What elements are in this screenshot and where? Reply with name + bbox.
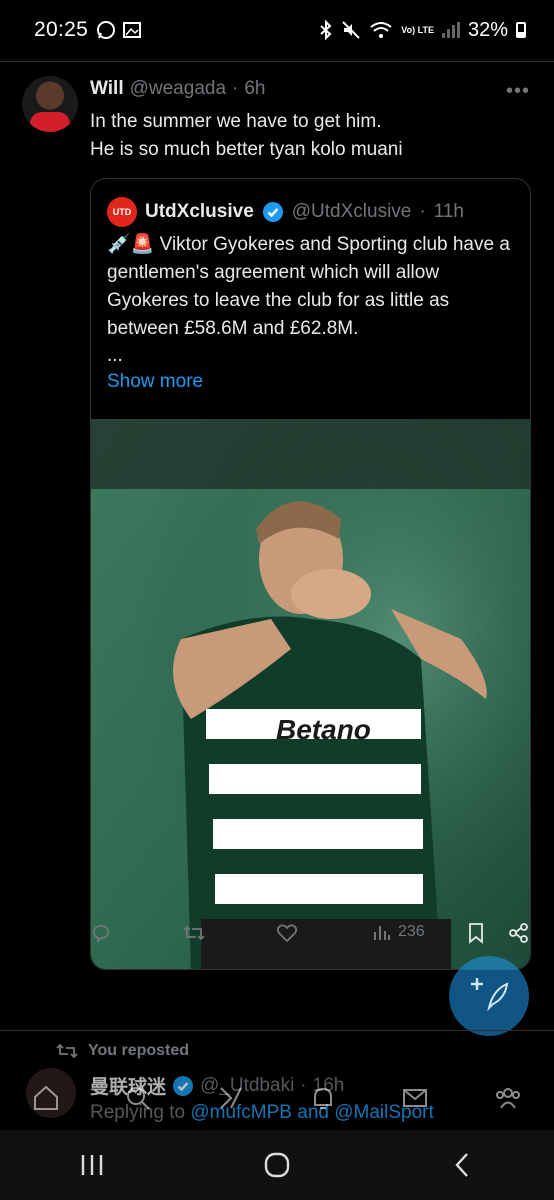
bluetooth-icon [320,20,332,40]
status-time: 20:25 [34,18,89,41]
gallery-notification-icon [123,22,142,38]
avatar[interactable] [22,76,78,132]
ellipsis: ... [107,345,123,366]
quoted-tweet-time: 11h [433,201,464,222]
retweet-icon [183,925,205,941]
search-icon [127,1087,151,1110]
share-icon [509,923,528,943]
nav-messages[interactable] [395,1078,435,1118]
whatsapp-icon [97,21,116,39]
reposted-label: You reposted [88,1042,190,1059]
quoted-avatar: UTD [107,197,137,227]
quoted-tweet[interactable]: UTD UtdXclusive @UtdXclusive · 11h 💉🚨 Vi… [90,178,531,970]
show-more-link[interactable]: Show more [107,371,203,393]
mail-icon [403,1089,428,1107]
bottom-nav [0,1066,554,1130]
author-name[interactable]: Will [90,78,124,100]
quoted-tweet-body: Viktor Gyokeres and Sporting club have a… [107,234,510,339]
mute-icon [342,21,361,39]
emoji: 💉🚨 [107,234,155,255]
battery-percent: 32% [467,18,508,41]
quoted-tweet-header: UTD UtdXclusive @UtdXclusive · 11h [107,197,464,227]
system-navigation-bar [0,1130,554,1200]
nav-communities[interactable] [488,1078,528,1118]
jersey-sponsor-text: Betano [276,714,371,745]
wifi-icon [370,22,392,38]
bookmark-icon [469,923,483,944]
views-count: 236 [398,923,425,940]
home-circle-icon [264,1152,290,1178]
verified-badge-icon [262,202,283,222]
grok-icon [220,1087,242,1109]
retweet-button[interactable] [182,922,206,944]
author-handle[interactable]: @weagada [130,78,226,100]
nav-grok[interactable] [211,1078,251,1118]
more-options-icon[interactable]: ••• [506,80,530,103]
home-button[interactable] [247,1145,307,1185]
tweet-header: Will @weagada · 6h [90,78,266,100]
bookmark-button[interactable] [466,922,486,944]
nav-notifications[interactable] [303,1078,343,1118]
feather-plus-icon [471,978,509,1012]
views-button[interactable]: 236 [372,922,425,942]
compose-fab-button[interactable] [449,956,529,1036]
retweet-icon [56,1043,78,1059]
nav-home[interactable] [26,1078,66,1118]
status-bar: 20:25 Vo) LTE 32% [0,0,554,60]
player-photo[interactable]: Betano [91,419,531,970]
bell-icon [314,1087,333,1109]
tweet-text: In the summer we have to get him. He is … [90,108,530,164]
reply-button[interactable] [90,922,112,944]
communities-icon [495,1088,520,1109]
quoted-author-name: UtdXclusive [145,201,254,222]
tweet-time[interactable]: 6h [244,78,265,100]
quoted-tweet-text: 💉🚨 Viktor Gyokeres and Sporting club hav… [107,231,517,343]
share-button[interactable] [508,922,530,944]
back-button[interactable] [432,1145,492,1185]
quoted-author-handle: @UtdXclusive [291,201,412,222]
tweet-actions: 236 [90,922,530,952]
divider [0,61,554,62]
reply-icon [93,925,109,944]
recents-icon [82,1155,103,1175]
separator: · [232,78,239,99]
reposted-indicator: You reposted [56,1042,189,1060]
tweet-text-line: He is so much better tyan kolo muani [90,139,403,160]
back-chevron-icon [455,1153,468,1177]
lte-indicator: Vo) LTE [401,24,434,35]
views-icon [374,926,390,940]
tweet-text-line: In the summer we have to get him. [90,111,382,132]
battery-icon [516,22,526,38]
divider [0,1030,554,1031]
like-button[interactable] [276,922,298,944]
separator: · [419,201,426,222]
signal-icon [441,22,460,38]
recents-button[interactable] [62,1145,122,1185]
heart-icon [276,924,298,943]
home-icon [34,1085,59,1110]
nav-search[interactable] [118,1078,158,1118]
